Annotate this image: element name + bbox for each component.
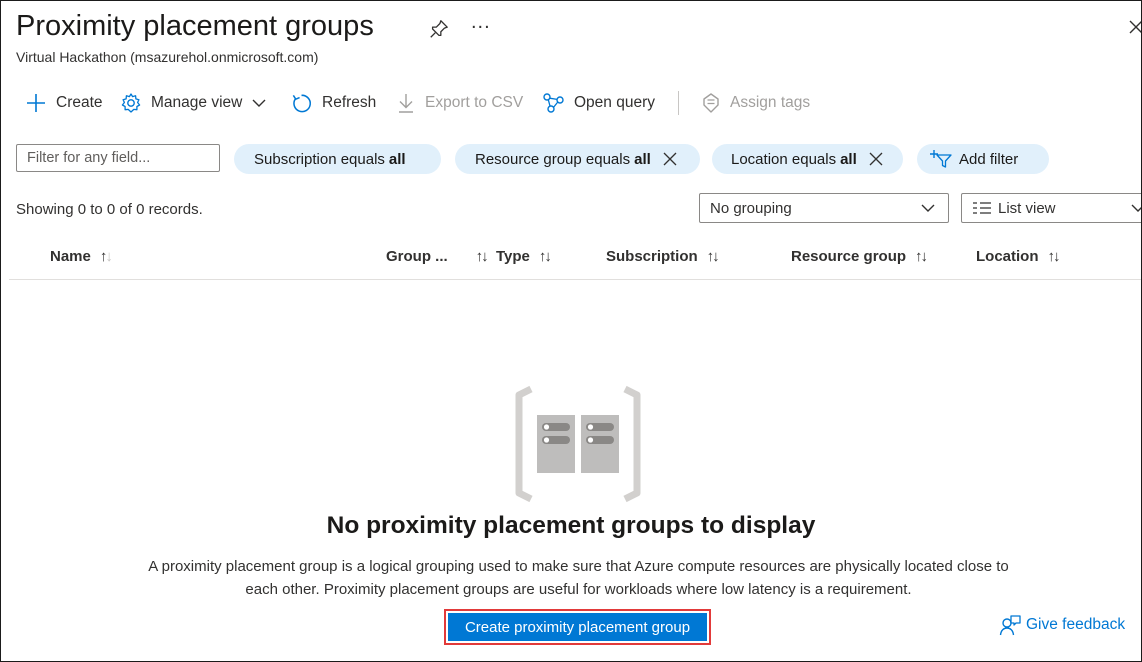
empty-state-illustration: [515, 385, 641, 503]
filter-pill-value: all: [840, 150, 857, 168]
open-query-label: Open query: [574, 94, 655, 111]
chevron-down-icon: [921, 204, 935, 212]
column-label: Type: [496, 248, 530, 265]
refresh-button[interactable]: Refresh: [290, 89, 376, 117]
column-header-subscription[interactable]: Subscription ↑↓: [606, 248, 720, 265]
sort-icon: ↑↓: [538, 248, 552, 265]
tag-icon: [703, 93, 719, 113]
column-label: Subscription: [606, 248, 698, 265]
view-dropdown[interactable]: List view: [961, 193, 1141, 223]
filter-pill-label: Location equals: [731, 150, 837, 168]
column-header-location[interactable]: Location ↑↓: [976, 248, 1061, 265]
remove-filter-icon[interactable]: [869, 152, 883, 166]
view-value: List view: [998, 199, 1056, 217]
download-icon: [399, 94, 413, 113]
grouping-value: No grouping: [710, 199, 792, 217]
more-options-button[interactable]: ...: [471, 11, 491, 34]
export-csv-button[interactable]: Export to CSV: [396, 89, 523, 117]
column-header-resource-group[interactable]: Resource group ↑↓: [791, 248, 928, 265]
manage-view-button[interactable]: Manage view: [120, 89, 267, 117]
command-bar: Create Manage view Refresh Export to CSV: [1, 89, 1141, 117]
export-csv-label: Export to CSV: [425, 94, 524, 111]
sort-icon: ↑↓: [706, 248, 720, 265]
filter-pill-location[interactable]: Location equals all: [712, 144, 903, 174]
column-header-type[interactable]: Type ↑↓: [496, 248, 552, 265]
filter-pill-resource-group[interactable]: Resource group equals all: [455, 144, 700, 174]
sort-icon: ↑↓: [1047, 248, 1061, 265]
feedback-icon: [999, 615, 1021, 636]
blade: Proximity placement groups ... Virtual H…: [0, 0, 1142, 662]
plus-icon: [27, 94, 45, 112]
manage-view-label: Manage view: [151, 94, 243, 111]
column-label: Group ...: [386, 248, 448, 265]
filter-pill-label: Subscription equals: [254, 150, 385, 168]
chevron-down-icon: [252, 99, 266, 107]
give-feedback-link[interactable]: Give feedback: [999, 614, 1125, 636]
toolbar-divider: [678, 91, 679, 115]
create-ppg-button[interactable]: Create proximity placement group: [448, 613, 707, 641]
chevron-down-icon: [1131, 204, 1141, 212]
add-filter-icon: [930, 150, 952, 168]
sort-icon: ↑↓: [99, 248, 113, 265]
filter-pill-value: all: [634, 150, 651, 168]
filter-pill-subscription[interactable]: Subscription equals all: [234, 144, 441, 174]
column-label: Name: [50, 248, 91, 265]
create-button[interactable]: Create: [25, 89, 103, 117]
page-title: Proximity placement groups: [16, 10, 374, 42]
give-feedback-label: Give feedback: [1026, 616, 1126, 633]
page-subtitle: Virtual Hackathon (msazurehol.onmicrosof…: [16, 49, 319, 65]
remove-filter-icon[interactable]: [663, 152, 677, 166]
assign-tags-button[interactable]: Assign tags: [701, 89, 810, 117]
column-header-group[interactable]: Group ... ↑↓: [386, 248, 489, 265]
column-label: Location: [976, 248, 1039, 265]
empty-state-title: No proximity placement groups to display: [326, 512, 816, 539]
filter-pill-label: Resource group equals: [475, 150, 631, 168]
query-icon: [543, 93, 564, 113]
filter-pill-value: all: [388, 150, 406, 168]
sort-icon: ↑↓: [915, 248, 928, 265]
column-label: Resource group: [791, 248, 907, 265]
assign-tags-label: Assign tags: [730, 94, 811, 111]
open-query-button[interactable]: Open query: [542, 89, 655, 117]
refresh-icon: [292, 94, 312, 112]
list-view-icon: [973, 202, 991, 214]
filter-input[interactable]: [16, 144, 220, 172]
pin-icon[interactable]: [428, 18, 450, 40]
column-header-name[interactable]: Name ↑↓: [50, 248, 113, 265]
empty-state-description: A proximity placement group is a logical…: [148, 558, 1009, 598]
create-label: Create: [56, 94, 103, 111]
add-filter-label: Add filter: [959, 150, 1019, 168]
table-header: Name ↑↓ Group ... ↑↓ Type ↑↓ Subscriptio…: [9, 242, 1141, 280]
records-count: Showing 0 to 0 of 0 records.: [16, 201, 203, 218]
grouping-dropdown[interactable]: No grouping: [699, 193, 949, 223]
add-filter-button[interactable]: Add filter: [917, 144, 1049, 174]
create-ppg-button-highlight: Create proximity placement group: [444, 609, 711, 645]
gear-icon: [121, 93, 141, 113]
close-icon[interactable]: [1128, 19, 1142, 35]
refresh-label: Refresh: [322, 94, 377, 111]
sort-icon: ↑↓: [475, 248, 489, 265]
